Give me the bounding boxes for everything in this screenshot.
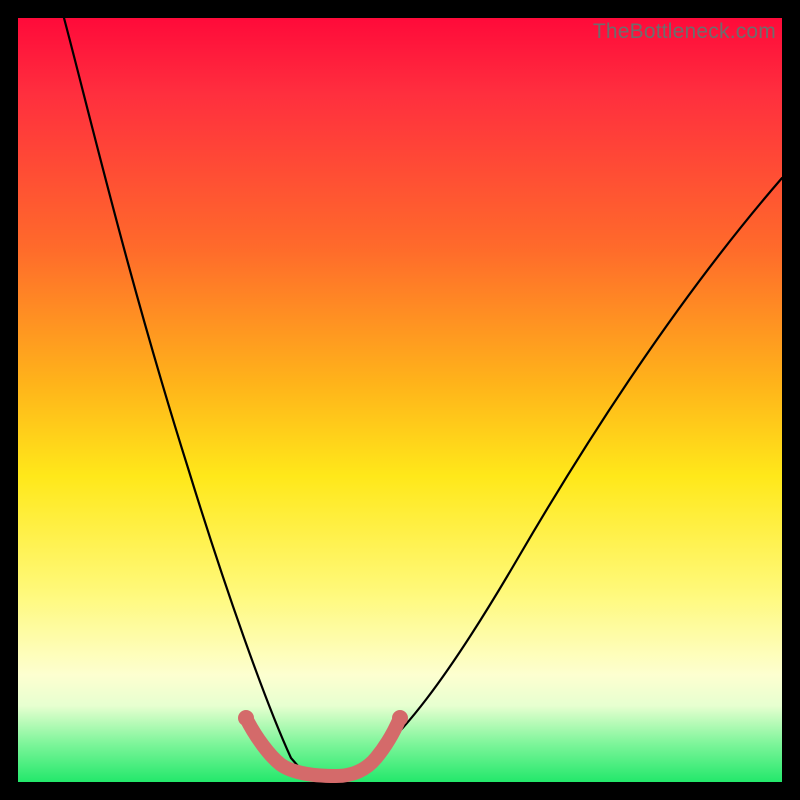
- optimal-flat-region: [246, 718, 400, 776]
- chart-frame: TheBottleneck.com: [0, 0, 800, 800]
- chart-svg: [18, 18, 782, 782]
- plot-area: TheBottleneck.com: [18, 18, 782, 782]
- bottleneck-curve: [64, 18, 782, 773]
- optimal-region-right-cap: [392, 710, 408, 726]
- optimal-region-left-cap: [238, 710, 254, 726]
